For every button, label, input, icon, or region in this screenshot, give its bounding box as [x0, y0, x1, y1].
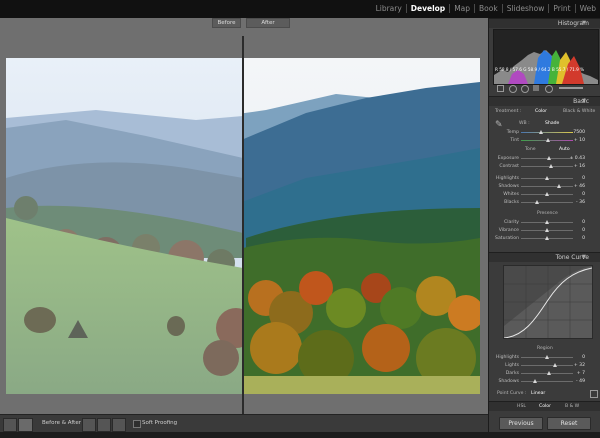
adjustment-brush-icon[interactable] [559, 87, 583, 89]
toggle-icon[interactable] [112, 418, 126, 432]
histogram-readout: R 58.8 / 57.6 G 58.9 / 64.2 B 55.7 / 71.… [495, 67, 585, 72]
vibrance-slider[interactable]: Vibrance 0 [489, 227, 600, 234]
basic-title: Basic [573, 98, 589, 105]
clarity-slider[interactable]: Clarity 0 [489, 219, 600, 226]
treatment-label: Treatment : [495, 109, 522, 114]
module-map[interactable]: Map [450, 4, 476, 13]
red-eye-icon[interactable] [521, 85, 529, 93]
collapse-triangle-icon: ▼ [582, 20, 586, 26]
wb-label: WB : [519, 121, 530, 126]
after-label: After [246, 18, 290, 28]
before-after-divider[interactable] [242, 36, 244, 432]
module-picker: Library Develop Map Book Slideshow Print… [372, 4, 596, 13]
module-web[interactable]: Web [576, 4, 596, 13]
before-after-label: Before & After : [42, 420, 85, 426]
module-library[interactable]: Library [372, 4, 407, 13]
before-after-view-icon[interactable] [18, 418, 33, 432]
reset-button[interactable]: Reset [547, 417, 591, 430]
hsl-header: HSL Color B & W [489, 401, 600, 411]
shadows-slider[interactable]: Shadows + 46 [489, 183, 600, 190]
tone-label: Tone [525, 147, 536, 152]
whites-slider[interactable]: Whites 0 [489, 191, 600, 198]
curve-lights-slider[interactable]: Lights + 32 [489, 362, 600, 369]
curve-highlights-slider[interactable]: Highlights 0 [489, 354, 600, 361]
contrast-slider[interactable]: Contrast + 16 [489, 163, 600, 170]
module-print[interactable]: Print [549, 4, 576, 13]
exposure-slider[interactable]: Exposure + 0.43 [489, 155, 600, 162]
blacks-slider[interactable]: Blacks - 36 [489, 199, 600, 206]
collapse-triangle-icon: ▼ [582, 254, 586, 260]
module-slideshow[interactable]: Slideshow [503, 4, 550, 13]
bw-tab[interactable]: B & W [565, 404, 579, 409]
loupe-view-icon[interactable] [3, 418, 17, 432]
curve-darks-slider[interactable]: Darks + 7 [489, 370, 600, 377]
filmstrip-edge [0, 432, 600, 438]
color-tab[interactable]: Color [539, 404, 551, 409]
soft-proofing-checkbox[interactable] [133, 420, 141, 428]
crop-tool-icon[interactable] [497, 85, 504, 92]
curve-edit-icon[interactable] [590, 390, 598, 398]
highlights-slider[interactable]: Highlights 0 [489, 175, 600, 182]
auto-tone-button[interactable]: Auto [559, 147, 570, 152]
tool-strip [495, 84, 595, 93]
develop-panel: Histogram ▼ R 58.8 / 57.6 G 58.9 / 64.2 … [488, 18, 600, 432]
copy-icon[interactable] [97, 418, 111, 432]
histogram-graph[interactable] [493, 29, 599, 85]
swap-icon[interactable] [82, 418, 96, 432]
region-label: Region [537, 346, 553, 351]
point-curve-label: Point Curve : [497, 391, 527, 396]
saturation-slider[interactable]: Saturation 0 [489, 235, 600, 242]
presence-label: Presence [537, 211, 558, 216]
tint-slider[interactable]: Tint + 10 [489, 137, 600, 144]
spot-removal-icon[interactable] [509, 85, 517, 93]
point-curve-select[interactable]: Linear [531, 391, 545, 396]
treatment-bw-option[interactable]: Black & White [563, 109, 595, 114]
module-book[interactable]: Book [475, 4, 503, 13]
previous-button[interactable]: Previous [499, 417, 543, 430]
radial-filter-icon[interactable] [545, 85, 553, 93]
before-label: Before [212, 18, 241, 28]
bottom-toolbar: Before & After : Soft Proofing [0, 414, 488, 433]
basic-header[interactable]: Basic ▼ [489, 96, 600, 106]
treatment-color-option[interactable]: Color [535, 109, 547, 114]
tone-curve-graph[interactable] [503, 265, 593, 339]
wb-select[interactable]: Shade [545, 121, 559, 126]
temp-slider[interactable]: Temp 7500 [489, 129, 600, 136]
hsl-tab[interactable]: HSL [517, 404, 526, 409]
graduated-filter-icon[interactable] [533, 85, 539, 91]
collapse-triangle-icon: ▼ [582, 98, 586, 104]
module-develop[interactable]: Develop [407, 4, 451, 13]
image-canvas[interactable]: Before After [0, 18, 488, 432]
module-bar: Library Develop Map Book Slideshow Print… [0, 0, 600, 18]
tone-curve-header[interactable]: Tone Curve ▼ [489, 252, 600, 262]
histogram-header[interactable]: Histogram ▼ [489, 18, 600, 28]
curve-shadows-slider[interactable]: Shadows - 49 [489, 378, 600, 385]
soft-proofing-label: Soft Proofing [142, 420, 178, 426]
